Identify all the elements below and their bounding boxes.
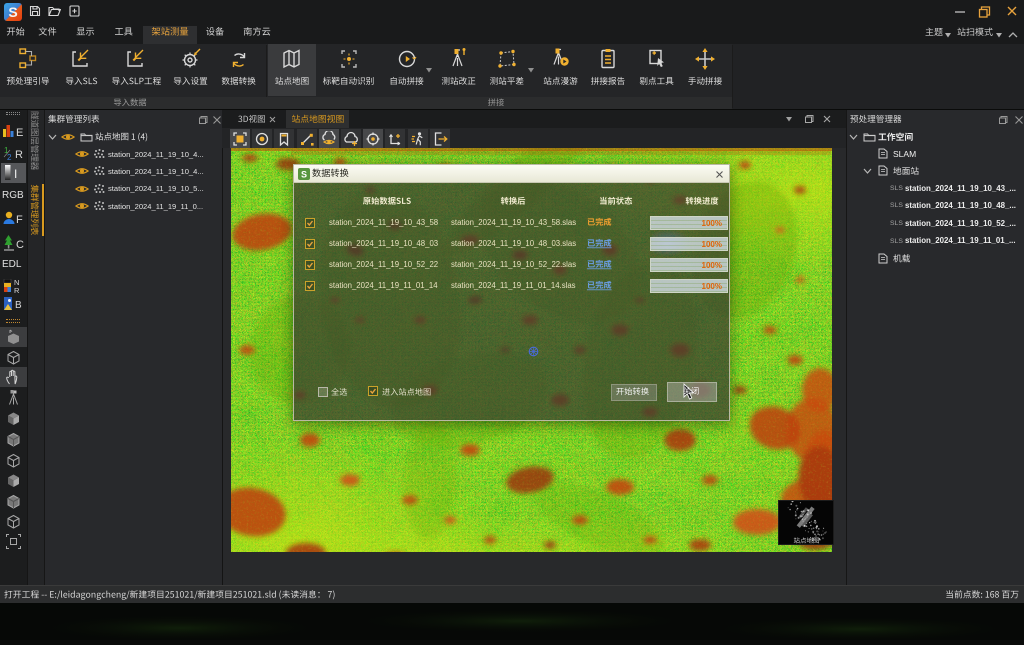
svg-text:F: F (16, 214, 23, 226)
svg-text:E: E (16, 127, 23, 138)
svg-text:B: B (15, 300, 22, 311)
svg-text:2: 2 (7, 153, 12, 161)
svg-text:I: I (14, 167, 17, 181)
svg-text:R: R (15, 149, 23, 161)
svg-text:C: C (16, 239, 24, 251)
svg-text:R: R (14, 286, 20, 293)
svg-text:S: S (301, 170, 307, 180)
svg-text:S: S (8, 4, 17, 20)
